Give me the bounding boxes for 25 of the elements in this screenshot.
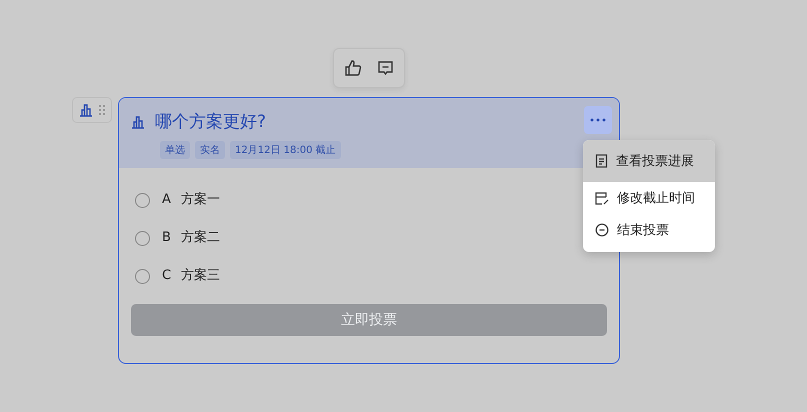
like-button[interactable] xyxy=(343,58,363,78)
bar-chart-icon xyxy=(131,114,145,128)
menu-item[interactable]: 结束投票 xyxy=(583,214,715,246)
radio-button[interactable] xyxy=(135,268,150,284)
document-icon xyxy=(595,154,608,168)
calendar-edit-icon xyxy=(595,192,609,204)
thumbs-up-icon xyxy=(344,59,362,77)
menu-item[interactable]: 查看投票进展 xyxy=(583,140,715,182)
radio-button[interactable] xyxy=(135,192,150,208)
more-button[interactable] xyxy=(584,106,612,134)
poll-tag: 12月12日 18:00 截止 xyxy=(230,141,341,159)
option-label: C 方案三 xyxy=(162,268,220,284)
option-label: B 方案二 xyxy=(162,230,220,246)
drag-handle-icon xyxy=(99,105,105,115)
comment-icon xyxy=(376,60,394,76)
menu-item[interactable]: 修改截止时间 xyxy=(583,182,715,214)
more-icon xyxy=(590,118,606,122)
option-label: A 方案一 xyxy=(162,192,220,208)
poll-tag: 单选 xyxy=(160,141,190,159)
minus-circle-icon xyxy=(595,223,609,237)
poll-tag: 实名 xyxy=(195,141,225,159)
radio-button[interactable] xyxy=(135,230,150,246)
bar-chart-icon xyxy=(79,103,93,117)
poll-title: 哪个方案更好? xyxy=(155,111,266,133)
block-handle[interactable] xyxy=(72,97,112,123)
